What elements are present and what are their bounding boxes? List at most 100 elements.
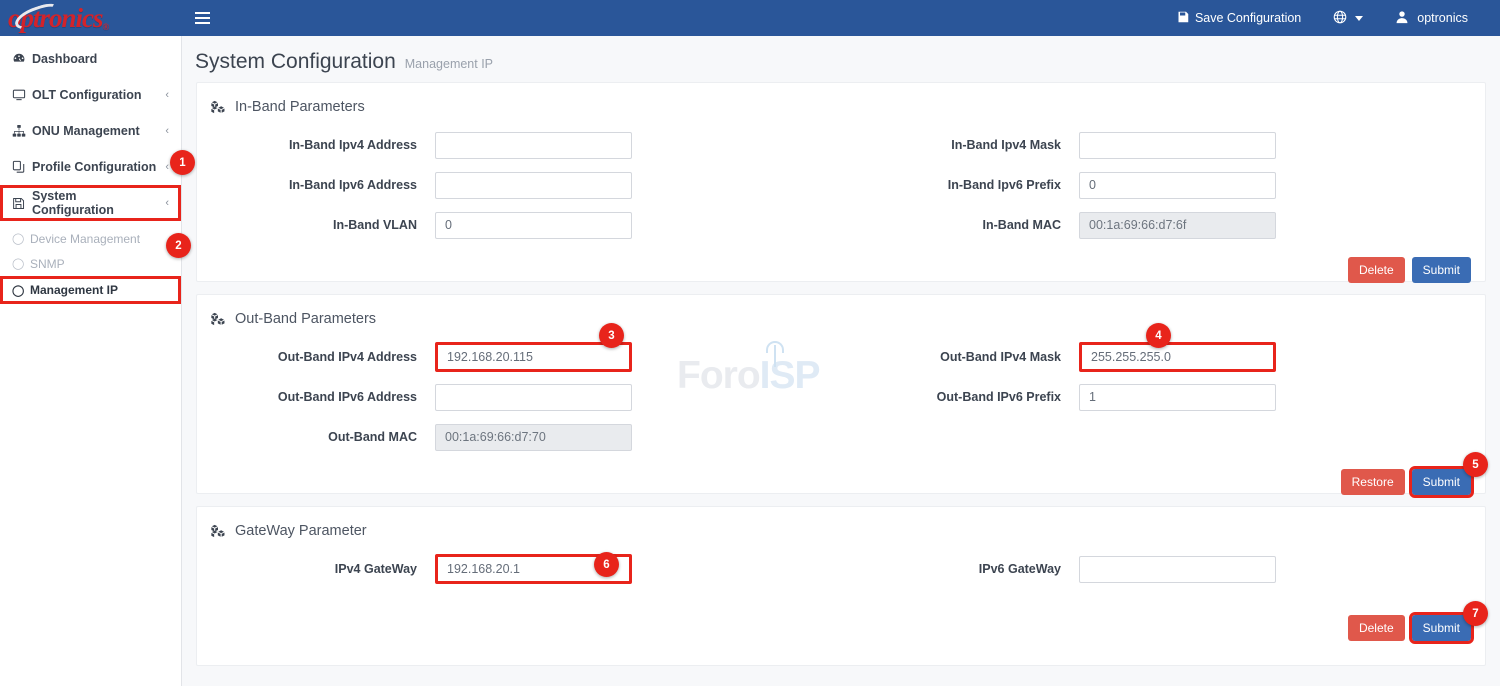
field-label: IPv4 GateWay xyxy=(197,562,435,576)
form-row: Out-Band MAC xyxy=(197,417,841,457)
sidebar-subitem-label: Management IP xyxy=(30,283,118,297)
brand-logo-text: optronics® xyxy=(8,5,108,32)
save-configuration-label: Save Configuration xyxy=(1195,11,1301,25)
out-band-actions: Restore Submit xyxy=(197,469,1485,509)
field-control xyxy=(1079,384,1276,411)
sidebar-item-profile-configuration[interactable]: Profile Configuration ‹ xyxy=(0,149,181,185)
sidebar-item-label: System Configuration xyxy=(32,189,159,217)
page-header: System Configuration Management IP xyxy=(182,36,1500,82)
hamburger-icon[interactable] xyxy=(182,0,222,36)
cubes-icon xyxy=(210,312,226,326)
in-band-section-title: In-Band Parameters xyxy=(197,83,1485,115)
page-subtitle: Management IP xyxy=(405,57,493,71)
field-control xyxy=(435,342,632,372)
in-band-ipv4-mask-input[interactable] xyxy=(1079,132,1276,159)
circle-icon: ◯ xyxy=(12,257,30,270)
field-label: In-Band Ipv4 Mask xyxy=(841,138,1079,152)
section-title-label: GateWay Parameter xyxy=(235,523,367,539)
in-band-mac-input xyxy=(1079,212,1276,239)
ipv6-gateway-input[interactable] xyxy=(1079,556,1276,583)
field-control xyxy=(435,424,632,451)
sidebar-chevron: ‹ xyxy=(165,125,169,137)
monitor-icon xyxy=(12,88,32,102)
sidebar-chevron: ‹ xyxy=(165,89,169,101)
sidebar-item-label: Dashboard xyxy=(32,52,163,66)
form-row: IPv6 GateWay xyxy=(841,549,1485,589)
user-menu[interactable]: optronics xyxy=(1379,0,1484,36)
brand-name: optronics xyxy=(8,3,103,33)
sidebar-item-dashboard[interactable]: Dashboard xyxy=(0,41,181,77)
step-badge-1: 1 xyxy=(170,150,195,175)
out-band-restore-button[interactable]: Restore xyxy=(1341,469,1405,495)
save-icon xyxy=(12,197,32,210)
sidebar-item-onu-management[interactable]: ONU Management ‹ xyxy=(0,113,181,149)
field-label: In-Band MAC xyxy=(841,218,1079,232)
field-control xyxy=(435,132,632,159)
field-control xyxy=(1079,556,1276,583)
sidebar-item-label: Profile Configuration xyxy=(32,160,159,174)
out-band-submit-button[interactable]: Submit xyxy=(1412,469,1471,495)
field-label: Out-Band IPv4 Address xyxy=(197,350,435,364)
in-band-actions: Delete Submit xyxy=(197,257,1485,297)
sidebar-item-device-management[interactable]: ◯ Device Management xyxy=(0,226,181,251)
sidebar-item-system-configuration[interactable]: System Configuration ‹ xyxy=(0,185,181,221)
field-control xyxy=(435,172,632,199)
sidebar-item-management-ip[interactable]: ◯ Management IP xyxy=(0,276,181,304)
out-band-ipv6-prefix-input[interactable] xyxy=(1079,384,1276,411)
out-band-form: Out-Band IPv4 Address Out-Band IPv4 Mask… xyxy=(197,327,1485,457)
field-label: Out-Band MAC xyxy=(197,430,435,444)
user-icon xyxy=(1395,10,1409,27)
step-badge-7: 7 xyxy=(1463,601,1488,626)
in-band-ipv6-prefix-input[interactable] xyxy=(1079,172,1276,199)
gateway-form: IPv4 GateWay IPv6 GateWay xyxy=(197,539,1485,589)
gateway-parameter-card: GateWay Parameter IPv4 GateWay IPv6 Gate… xyxy=(196,506,1486,666)
form-row: IPv4 GateWay xyxy=(197,549,841,589)
brand-registered-mark: ® xyxy=(103,22,109,32)
save-configuration-button[interactable]: Save Configuration xyxy=(1161,0,1317,36)
form-row: In-Band Ipv6 Address xyxy=(197,165,841,205)
form-row: In-Band MAC xyxy=(841,205,1485,245)
out-band-ipv4-address-input[interactable] xyxy=(435,342,632,372)
language-selector[interactable] xyxy=(1317,0,1379,36)
field-control xyxy=(1079,132,1276,159)
sidebar-item-olt-configuration[interactable]: OLT Configuration ‹ xyxy=(0,77,181,113)
page-title: System Configuration xyxy=(195,50,396,74)
globe-icon xyxy=(1333,10,1347,27)
in-band-ipv4-address-input[interactable] xyxy=(435,132,632,159)
sitemap-icon xyxy=(12,124,32,138)
field-label: Out-Band IPv6 Address xyxy=(197,390,435,404)
top-navbar: optronics® Save Configuration xyxy=(0,0,1500,36)
sidebar-item-label: OLT Configuration xyxy=(32,88,159,102)
field-label: Out-Band IPv6 Prefix xyxy=(841,390,1079,404)
circle-icon: ◯ xyxy=(12,284,30,297)
in-band-ipv6-address-input[interactable] xyxy=(435,172,632,199)
field-control xyxy=(435,212,632,239)
field-label: In-Band Ipv4 Address xyxy=(197,138,435,152)
out-band-ipv4-mask-input[interactable] xyxy=(1079,342,1276,372)
in-band-vlan-input[interactable] xyxy=(435,212,632,239)
topbar-actions: Save Configuration xyxy=(1161,0,1500,36)
user-name-label: optronics xyxy=(1417,11,1468,25)
out-band-section-title: Out-Band Parameters xyxy=(197,295,1485,327)
in-band-submit-button[interactable]: Submit xyxy=(1412,257,1471,283)
sidebar-subitem-label: Device Management xyxy=(30,232,140,246)
gateway-delete-button[interactable]: Delete xyxy=(1348,615,1405,641)
section-title-label: Out-Band Parameters xyxy=(235,311,376,327)
field-label: In-Band VLAN xyxy=(197,218,435,232)
gateway-submit-button[interactable]: Submit xyxy=(1412,615,1471,641)
gateway-actions: Delete Submit xyxy=(197,615,1485,655)
out-band-parameters-card: Out-Band Parameters Out-Band IPv4 Addres… xyxy=(196,294,1486,494)
in-band-delete-button[interactable]: Delete xyxy=(1348,257,1405,283)
in-band-parameters-card: In-Band Parameters In-Band Ipv4 Address … xyxy=(196,82,1486,282)
gateway-section-title: GateWay Parameter xyxy=(197,507,1485,539)
sidebar-subitem-label: SNMP xyxy=(30,257,65,271)
out-band-ipv6-address-input[interactable] xyxy=(435,384,632,411)
step-badge-3: 3 xyxy=(599,323,624,348)
brand-logo[interactable]: optronics® xyxy=(0,0,182,36)
sidebar-item-snmp[interactable]: ◯ SNMP xyxy=(0,251,181,276)
field-label: In-Band Ipv6 Address xyxy=(197,178,435,192)
section-title-label: In-Band Parameters xyxy=(235,99,365,115)
step-badge-5: 5 xyxy=(1463,452,1488,477)
field-control xyxy=(435,384,632,411)
form-row: In-Band VLAN xyxy=(197,205,841,245)
